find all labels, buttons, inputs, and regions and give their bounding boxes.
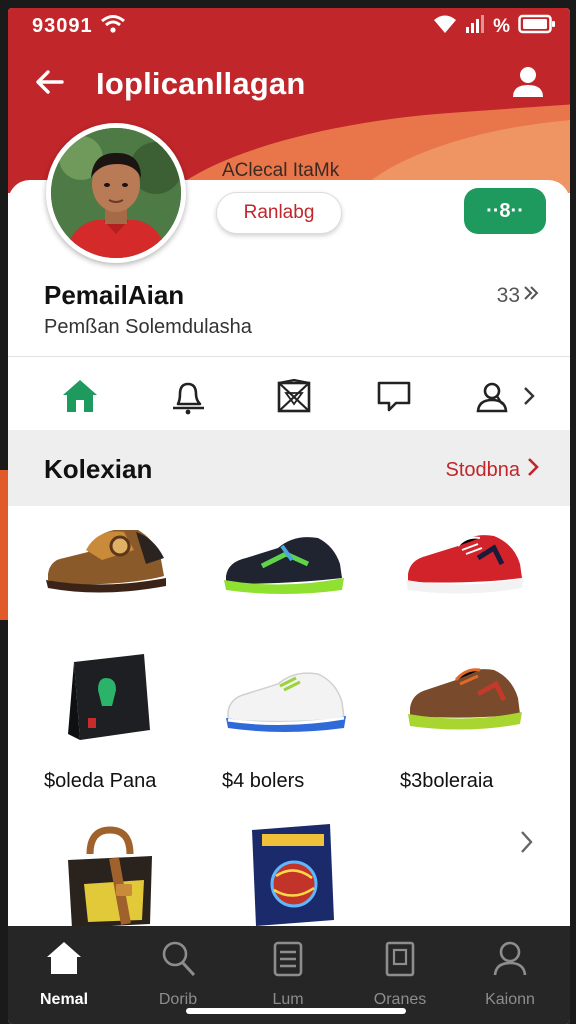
chevron-right-icon — [526, 456, 540, 484]
white-sneaker-image — [224, 664, 384, 744]
home-indicator[interactable] — [186, 1008, 406, 1014]
list-icon — [268, 938, 308, 983]
product-card[interactable] — [42, 520, 202, 600]
profile-subtitle: AClecal ItaMk — [222, 160, 340, 181]
box-icon — [274, 376, 314, 421]
profile-name: PemailAian — [44, 280, 185, 310]
tabs-more-chevron[interactable] — [514, 372, 544, 424]
tab-collection[interactable] — [260, 372, 328, 424]
status-time: 93091 — [32, 15, 93, 37]
chat-icon — [374, 376, 414, 421]
phone-screen: 93091 % Ioplicanllagan AClecal ItaMk Ran… — [8, 8, 570, 1024]
product-card[interactable] — [64, 824, 224, 928]
home-icon — [60, 376, 100, 421]
brown-trail-shoe-image — [406, 658, 566, 742]
leather-bag-image — [64, 824, 224, 928]
battery-icon — [518, 14, 556, 40]
people-icon — [474, 376, 514, 421]
nav-label: Kaionn — [485, 991, 535, 1008]
nav-list[interactable]: Lum — [238, 938, 338, 1018]
user-icon — [490, 938, 530, 983]
product-card[interactable]: $4 bolers — [222, 664, 384, 792]
product-card[interactable] — [248, 820, 408, 928]
nav-search[interactable]: Dorib — [128, 938, 228, 1018]
home-icon — [44, 938, 84, 983]
action-button[interactable]: ··8·· — [464, 188, 546, 234]
clipboard-icon — [380, 938, 420, 983]
back-arrow-icon[interactable] — [32, 64, 68, 100]
nav-account[interactable]: Kaionn — [460, 938, 560, 1018]
battery-percent: % — [493, 16, 510, 37]
nav-label: Lum — [272, 991, 304, 1008]
tab-home[interactable] — [46, 372, 114, 424]
page-title: Ioplicanllagan — [96, 66, 306, 101]
followers-count[interactable]: 33 — [497, 284, 540, 308]
chevron-right-icon[interactable] — [518, 828, 536, 861]
nav-label: Dorib — [158, 991, 198, 1008]
profile-tabs — [8, 358, 570, 436]
product-label: $3boleraia — [400, 770, 494, 792]
nav-orders[interactable]: Oranes — [350, 938, 450, 1018]
count-value: 33 — [496, 284, 520, 307]
signal-icon — [465, 14, 485, 40]
product-card[interactable]: $oleda Pana — [44, 648, 218, 792]
profile-icon[interactable] — [508, 62, 548, 102]
tab-notifications[interactable] — [154, 372, 222, 424]
avatar[interactable] — [46, 123, 186, 263]
product-label: $4 bolers — [222, 770, 305, 792]
black-green-sneaker-image — [222, 524, 382, 600]
see-all-label: Stodbna — [445, 458, 520, 481]
frame-edge — [0, 470, 8, 620]
status-bar: 93091 % — [8, 8, 570, 42]
product-label: $oleda Pana — [44, 770, 157, 792]
nav-label: Nemal — [39, 991, 89, 1008]
product-card[interactable]: $3boleraia — [400, 658, 566, 792]
nav-label: Oranes — [373, 991, 427, 1008]
section-title: Kolexian — [44, 454, 153, 484]
ranking-button[interactable]: Ranlabg — [216, 192, 342, 234]
collection-header: Kolexian Stodbna — [8, 430, 570, 506]
wifi-icon — [100, 14, 126, 39]
nav-home[interactable]: Nemal — [14, 938, 114, 1018]
double-chevron-icon — [522, 284, 540, 308]
see-all-link[interactable]: Stodbna — [445, 456, 540, 484]
brown-shoe-image — [42, 520, 202, 600]
product-card[interactable] — [404, 524, 564, 602]
profile-description: Pemßan Solemdulashа — [44, 316, 252, 338]
black-bag-image — [58, 648, 218, 748]
red-sneaker-image — [404, 524, 564, 602]
chevron-right-icon — [521, 384, 537, 413]
product-card[interactable] — [222, 524, 382, 600]
bell-icon — [168, 376, 208, 421]
wifi-icon — [433, 14, 457, 40]
tab-messages[interactable] — [360, 372, 428, 424]
game-box-image — [248, 820, 408, 928]
search-icon — [158, 938, 198, 983]
